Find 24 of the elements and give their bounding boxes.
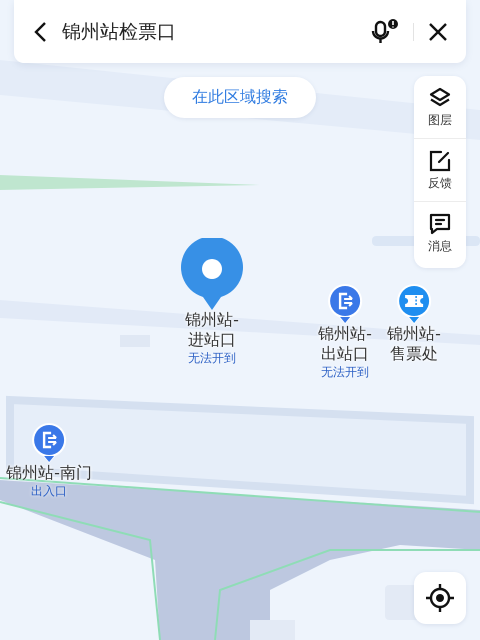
- exit-door-icon: [31, 423, 67, 463]
- edit-icon: [428, 149, 452, 173]
- back-icon[interactable]: [34, 20, 48, 42]
- place-label[interactable]: 锦州站- 进站口: [185, 310, 239, 350]
- locate-button[interactable]: [414, 572, 466, 624]
- place-label[interactable]: 锦州站- 出站口: [318, 324, 372, 364]
- search-text: 锦州站检票口: [62, 20, 177, 44]
- place-note: 无法开到: [188, 350, 236, 366]
- place-note: 出入口: [31, 483, 67, 499]
- place-label[interactable]: 锦州站-南门: [6, 463, 92, 483]
- place-label[interactable]: 锦州站- 售票处: [387, 324, 441, 364]
- message-icon: [428, 212, 452, 236]
- tool-button[interactable]: 反馈: [414, 138, 466, 201]
- search-bar[interactable]: 锦州站检票口: [14, 0, 466, 63]
- tool-button[interactable]: 消息: [414, 201, 466, 264]
- microphone-icon[interactable]: [371, 18, 399, 46]
- ticket-icon: [396, 284, 432, 324]
- close-icon[interactable]: [428, 22, 448, 42]
- locate-icon: [425, 583, 455, 613]
- exit-door-icon: [327, 284, 363, 324]
- tool-button[interactable]: 图层: [414, 76, 466, 138]
- area-search-button[interactable]: 在此区域搜索: [164, 77, 316, 118]
- place-note: 无法开到: [321, 364, 369, 380]
- location-pin-icon: [181, 238, 243, 310]
